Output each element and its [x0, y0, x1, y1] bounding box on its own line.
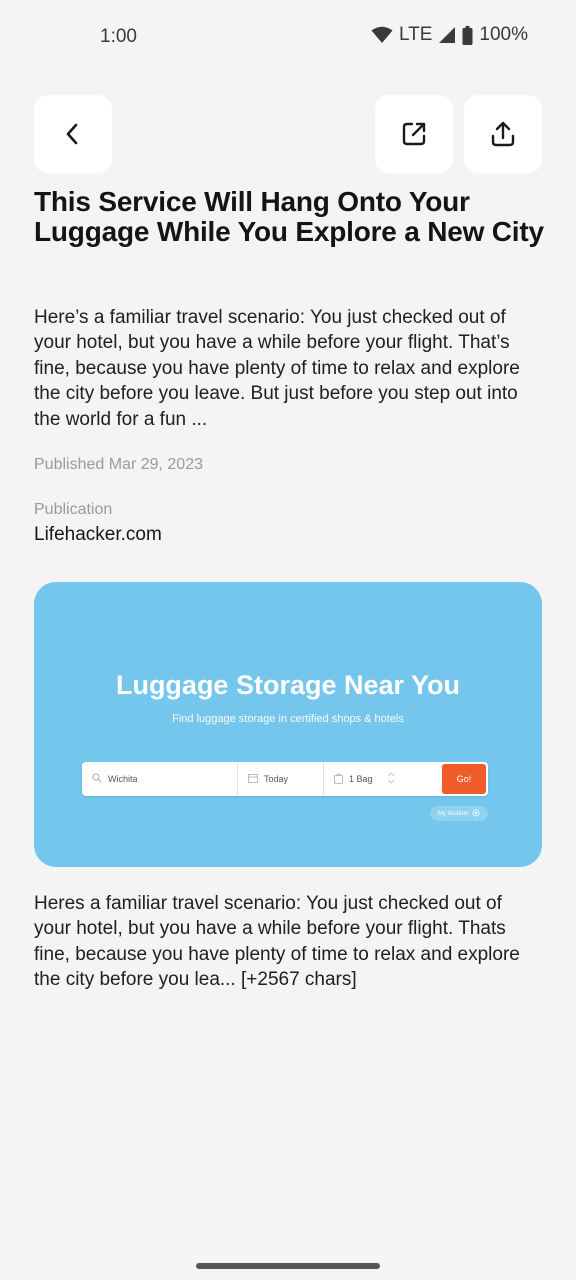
stepper-icon: [387, 770, 395, 788]
hero-bags-field: 1 Bag: [324, 762, 442, 796]
hero-title: Luggage Storage Near You: [115, 670, 461, 700]
share-icon: [489, 120, 517, 148]
article-title: This Service Will Hang Onto Your Luggage…: [34, 186, 544, 247]
article-body: Heres a familiar travel scenario: You ju…: [34, 893, 520, 991]
status-bar: 1:00 LTE 100%: [0, 0, 576, 72]
back-button[interactable]: [34, 95, 112, 173]
chevron-left-icon: [61, 122, 85, 146]
status-time: 1:00: [100, 26, 137, 47]
hero-location-value: Wichita: [108, 774, 138, 784]
status-icons: LTE 100%: [371, 24, 528, 46]
publication-label: Publication: [34, 501, 113, 518]
hero-search-bar: Wichita Today 1 Bag Go!: [82, 762, 488, 796]
hero-go-button: Go!: [442, 764, 486, 794]
article-summary: Here’s a familiar travel scenario: You j…: [34, 307, 520, 430]
open-in-browser-button[interactable]: [375, 95, 453, 173]
hero-subtitle: Find luggage storage in certified shops …: [172, 713, 404, 725]
target-icon: [472, 809, 480, 819]
wifi-icon: [371, 26, 393, 44]
hero-bags-value: 1 Bag: [349, 774, 373, 784]
calendar-icon: [248, 773, 258, 785]
hero-date-value: Today: [264, 774, 289, 784]
article-image: Luggage Storage Near You Find luggage st…: [34, 582, 542, 867]
search-icon: [92, 773, 102, 785]
hero-date-field: Today: [238, 762, 324, 796]
battery-icon: [462, 25, 473, 45]
publication-name: Lifehacker.com: [34, 524, 162, 545]
battery-percent: 100%: [479, 24, 528, 45]
hero-my-location-label: My location: [437, 810, 469, 817]
home-indicator[interactable]: [196, 1263, 380, 1269]
bag-icon: [334, 773, 343, 786]
hero-location-field: Wichita: [82, 762, 238, 796]
open-external-icon: [400, 120, 428, 148]
network-type: LTE: [398, 24, 433, 45]
signal-icon: [438, 26, 456, 44]
hero-my-location: My location: [430, 806, 488, 821]
published-date: Published Mar 29, 2023: [34, 456, 203, 473]
share-button[interactable]: [464, 95, 542, 173]
